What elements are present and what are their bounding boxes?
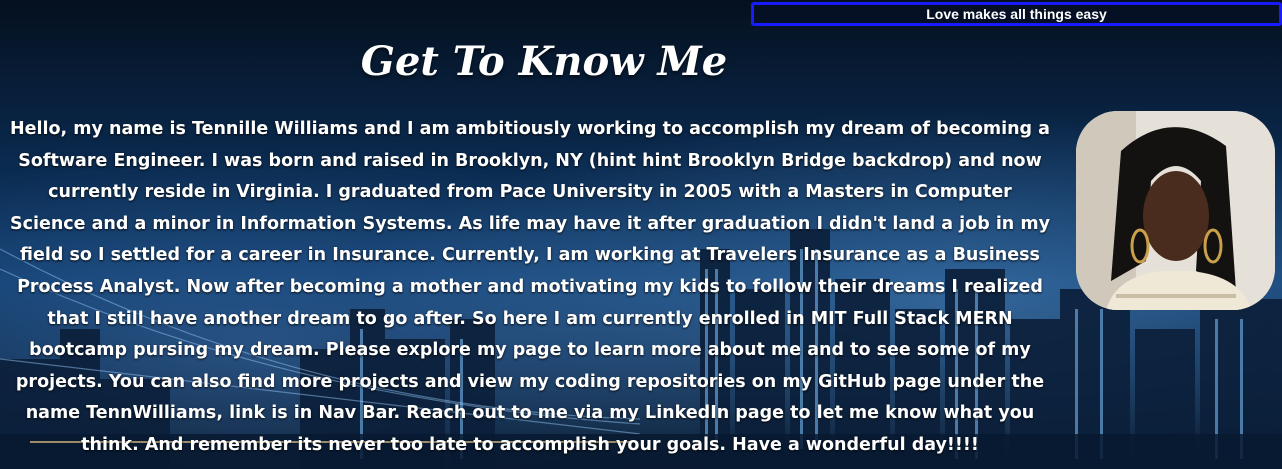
bio-paragraph: Hello, my name is Tennille Williams and … (9, 119, 1051, 455)
profile-photo-illustration (1076, 111, 1275, 310)
quote-banner: Love makes all things easy (751, 2, 1282, 26)
profile-photo (1076, 111, 1275, 310)
page-title: Get To Know Me (360, 38, 728, 85)
quote-text: Love makes all things easy (926, 6, 1107, 22)
